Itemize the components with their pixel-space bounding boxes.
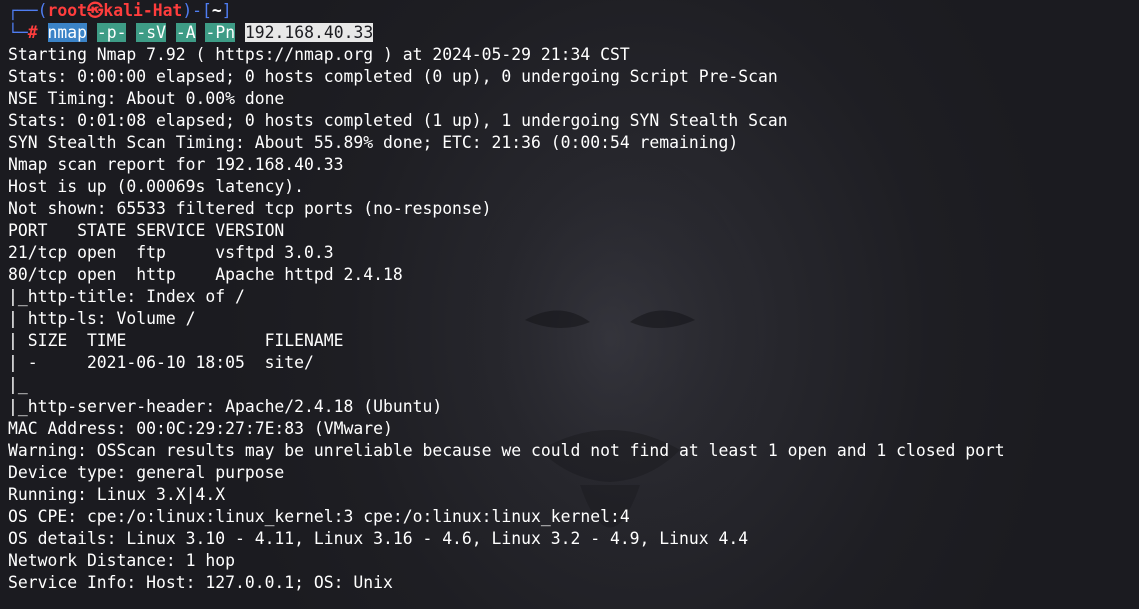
- output-line: Network Distance: 1 hop: [8, 551, 235, 570]
- output-line: Not shown: 65533 filtered tcp ports (no-…: [8, 199, 492, 218]
- output-line: Running: Linux 3.X|4.X: [8, 485, 226, 504]
- command-line[interactable]: └─# nmap -p- -sV -A -Pn 192.168.40.33: [8, 22, 1139, 44]
- terminal-content: ┌──(root㉿kali-Hat)-[~] └─# nmap -p- -sV …: [8, 0, 1139, 594]
- output-line: Nmap scan report for 192.168.40.33: [8, 155, 344, 174]
- output-line: PORT STATE SERVICE VERSION: [8, 221, 285, 240]
- prompt-user: root: [47, 1, 87, 20]
- output-line: | SIZE TIME FILENAME: [8, 331, 344, 350]
- output-line: Stats: 0:00:00 elapsed; 0 hosts complete…: [8, 67, 778, 86]
- command-program: nmap: [47, 23, 87, 42]
- output-line: NSE Timing: About 0.00% done: [8, 89, 285, 108]
- output-line: Device type: general purpose: [8, 463, 285, 482]
- output-line: Service Info: Host: 127.0.0.1; OS: Unix: [8, 573, 393, 592]
- output-line: Warning: OSScan results may be unreliabl…: [8, 441, 1005, 460]
- command-flag: -p-: [96, 23, 127, 42]
- output-line: |_: [8, 375, 28, 394]
- output-line: |_http-server-header: Apache/2.4.18 (Ubu…: [8, 397, 443, 416]
- output-line: OS details: Linux 3.10 - 4.11, Linux 3.1…: [8, 529, 749, 548]
- terminal-window[interactable]: ┌──(root㉿kali-Hat)-[~] └─# nmap -p- -sV …: [0, 0, 1139, 609]
- output-line: SYN Stealth Scan Timing: About 55.89% do…: [8, 133, 739, 152]
- output-line: 80/tcp open http Apache httpd 2.4.18: [8, 265, 403, 284]
- output-line: | http-ls: Volume /: [8, 309, 196, 328]
- output-line: | - 2021-06-10 18:05 site/: [8, 353, 314, 372]
- output-line: Stats: 0:01:08 elapsed; 0 hosts complete…: [8, 111, 788, 130]
- command-flag: -A: [175, 23, 196, 42]
- prompt-mid: )-[: [182, 1, 212, 20]
- command-flag: -Pn: [205, 23, 236, 42]
- prompt-symbol: #: [27, 23, 38, 42]
- prompt-at-symbol: ㉿: [86, 1, 104, 20]
- prompt-line-top: ┌──(root㉿kali-Hat)-[~]: [8, 0, 1139, 22]
- output-line: Starting Nmap 7.92 ( https://nmap.org ) …: [8, 45, 630, 64]
- command-flag: -sV: [136, 23, 166, 42]
- prompt-frame-top: ┌──(: [8, 1, 48, 20]
- command-target: 192.168.40.33: [244, 23, 374, 42]
- prompt-frame-bottom: └─: [8, 23, 28, 42]
- output-line: MAC Address: 00:0C:29:27:7E:83 (VMware): [8, 419, 393, 438]
- output-line: |_http-title: Index of /: [8, 287, 245, 306]
- output-line: Host is up (0.00069s latency).: [8, 177, 305, 196]
- prompt-end: ]: [221, 1, 232, 20]
- prompt-cwd: ~: [211, 1, 222, 20]
- output-line: 21/tcp open ftp vsftpd 3.0.3: [8, 243, 334, 262]
- output-line: OS CPE: cpe:/o:linux:linux_kernel:3 cpe:…: [8, 507, 630, 526]
- prompt-host: kali-Hat: [103, 1, 183, 20]
